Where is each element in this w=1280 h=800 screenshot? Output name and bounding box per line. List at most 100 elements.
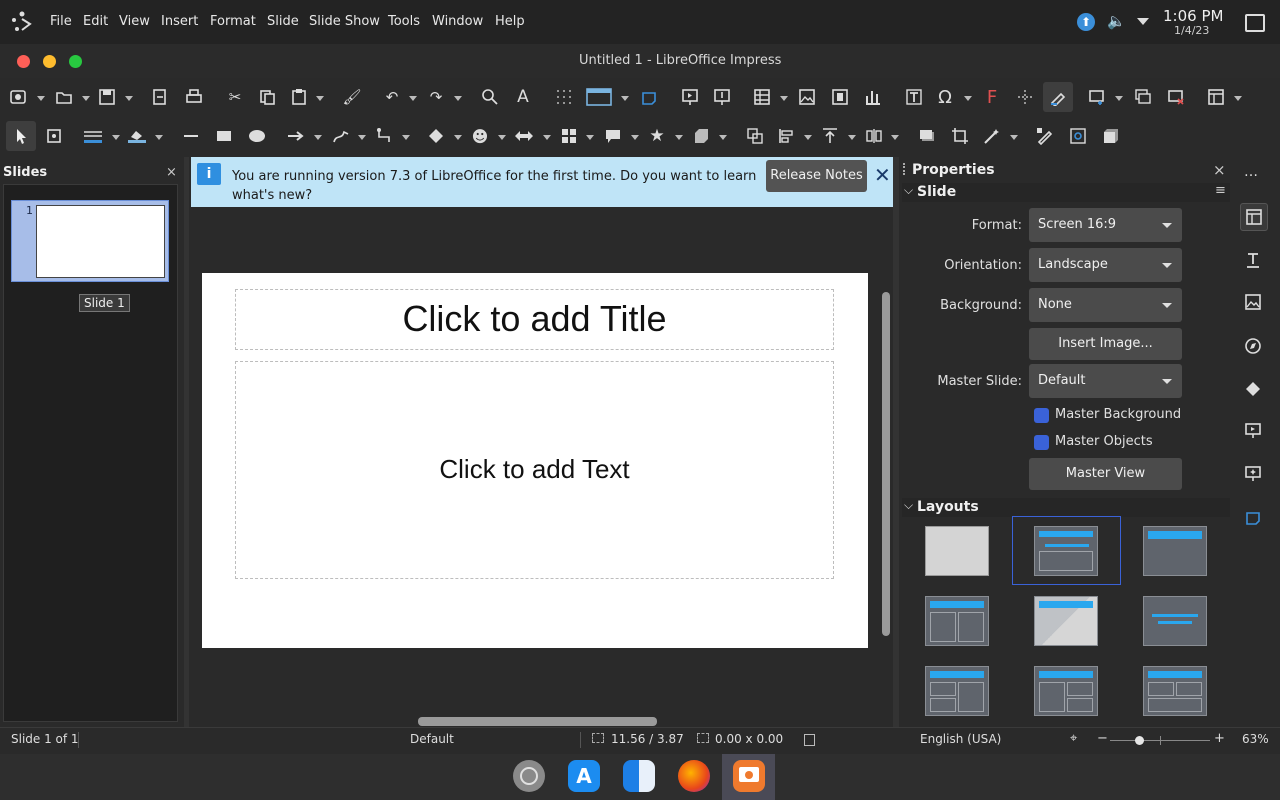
block-arrows-icon[interactable] [512, 124, 536, 148]
menu-slide-show[interactable]: Slide Show [309, 14, 380, 29]
desktop-icon[interactable] [1245, 14, 1265, 32]
layout-title-content-2content[interactable] [1034, 666, 1098, 716]
animation-tab-icon[interactable] [1240, 461, 1266, 487]
callout-shapes-icon[interactable] [601, 124, 625, 148]
menu-slide[interactable]: Slide [267, 14, 299, 29]
styles-tab-icon[interactable] [1240, 247, 1266, 273]
table-icon[interactable] [750, 85, 774, 109]
finder-icon[interactable] [623, 760, 655, 792]
slide-canvas[interactable]: Click to add Title Click to add Text [202, 273, 868, 648]
sidebar-splitter[interactable] [893, 157, 899, 727]
cut-icon[interactable]: ✂ [223, 85, 247, 109]
status-zoom[interactable]: 63% [1242, 732, 1269, 746]
start-first-slide-icon[interactable] [678, 85, 702, 109]
undo-icon[interactable]: ↶ [380, 85, 404, 109]
settings-gear-icon[interactable] [513, 760, 545, 792]
arrange-icon[interactable] [818, 124, 842, 148]
insert-image-button[interactable]: Insert Image... [1029, 328, 1182, 360]
slide-transition-tab-icon[interactable] [1240, 418, 1266, 444]
minimize-window-button[interactable] [43, 55, 56, 68]
layout-centered-text[interactable] [1143, 596, 1207, 646]
slide-thumbnail-1[interactable]: 1 [11, 200, 169, 282]
section-menu-icon[interactable]: ≡ [1215, 183, 1226, 198]
points-icon[interactable] [1033, 124, 1057, 148]
connectors-icon[interactable] [373, 124, 397, 148]
new-slide-icon[interactable] [1085, 85, 1109, 109]
align-icon[interactable] [775, 124, 799, 148]
zoom-in-icon[interactable]: + [1214, 731, 1225, 746]
zoom-pan-icon[interactable] [42, 124, 66, 148]
layout-title-2content-over-content[interactable] [1143, 666, 1207, 716]
rectangle-icon[interactable] [212, 124, 236, 148]
lines-arrows-icon[interactable] [284, 124, 308, 148]
symbol-shapes-icon[interactable]: ☻ [468, 124, 492, 148]
master-slides-tab-icon[interactable] [1240, 504, 1266, 530]
grid-icon[interactable] [552, 85, 576, 109]
slide-section-header[interactable]: ⌵ Slide ≡ [902, 183, 1230, 202]
navigator-tab-icon[interactable] [1240, 333, 1266, 359]
open-folder-icon[interactable] [52, 85, 76, 109]
transformations-icon[interactable] [743, 124, 767, 148]
volume-icon[interactable]: 🔈 [1107, 12, 1126, 30]
print-icon[interactable] [182, 85, 206, 109]
content-placeholder[interactable]: Click to add Text [235, 361, 834, 579]
special-character-icon[interactable]: Ω [933, 85, 957, 109]
zoom-out-icon[interactable]: − [1097, 731, 1108, 746]
release-notes-button[interactable]: Release Notes [766, 160, 867, 192]
status-language[interactable]: English (USA) [920, 732, 1001, 746]
media-icon[interactable] [828, 85, 852, 109]
curves-polygons-icon[interactable] [329, 124, 353, 148]
close-window-button[interactable] [17, 55, 30, 68]
image-icon[interactable] [795, 85, 819, 109]
sidebar-toggle-icon[interactable] [637, 85, 661, 109]
redo-icon[interactable]: ↷ [424, 85, 448, 109]
more-options-icon[interactable]: … [1244, 164, 1258, 180]
delete-slide-icon[interactable] [1164, 85, 1188, 109]
background-select[interactable]: None [1029, 288, 1182, 322]
line-icon[interactable] [179, 124, 203, 148]
properties-tab-icon[interactable] [1240, 203, 1268, 231]
fit-slide-icon[interactable]: ⌖ [1070, 731, 1077, 746]
3d-objects-icon[interactable] [689, 124, 713, 148]
crop-icon[interactable] [948, 124, 972, 148]
app-launcher-icon[interactable] [10, 10, 34, 34]
layout-title-two-content[interactable] [925, 596, 989, 646]
master-slide-select[interactable]: Default [1029, 364, 1182, 398]
vertical-scrollbar[interactable] [882, 292, 890, 636]
gallery-tab-icon[interactable] [1240, 289, 1266, 315]
menu-format[interactable]: Format [210, 14, 256, 29]
close-infobar-icon[interactable]: ✕ [874, 163, 891, 187]
zoom-slider-handle[interactable] [1135, 736, 1144, 745]
export-pdf-icon[interactable] [148, 85, 172, 109]
menu-help[interactable]: Help [495, 14, 525, 29]
menu-insert[interactable]: Insert [161, 14, 198, 29]
paste-icon[interactable] [287, 85, 311, 109]
basic-shapes-icon[interactable] [424, 124, 448, 148]
layout-title-slide[interactable] [1034, 596, 1098, 646]
horizontal-scrollbar[interactable] [418, 717, 657, 726]
spelling-icon[interactable]: A [511, 85, 535, 109]
close-properties-icon[interactable]: × [1213, 161, 1226, 179]
clone-formatting-icon[interactable]: 🖌 [340, 85, 364, 109]
display-views-icon[interactable] [585, 85, 613, 109]
layout-title-only[interactable] [1143, 526, 1207, 576]
stars-icon[interactable]: ★ [645, 124, 669, 148]
layouts-section-header[interactable]: ⌵ Layouts [902, 498, 1230, 517]
select-arrow-icon[interactable] [6, 121, 36, 151]
fill-color-icon[interactable] [125, 124, 149, 148]
glue-points-icon[interactable] [1066, 124, 1090, 148]
shapes-tab-icon[interactable] [1240, 376, 1266, 402]
save-icon[interactable] [95, 85, 119, 109]
ellipse-icon[interactable] [245, 124, 269, 148]
slide-layout-icon[interactable] [1204, 85, 1228, 109]
menu-file[interactable]: File [50, 14, 72, 29]
start-current-slide-icon[interactable] [710, 85, 734, 109]
master-objects-checkbox[interactable] [1034, 435, 1049, 450]
fontwork-icon[interactable]: F [980, 85, 1004, 109]
distribute-icon[interactable] [862, 124, 886, 148]
layout-title-2content-content[interactable] [925, 666, 989, 716]
orientation-select[interactable]: Landscape [1029, 248, 1182, 282]
filter-icon[interactable] [980, 124, 1004, 148]
menu-tools[interactable]: Tools [388, 14, 420, 29]
layout-title-content[interactable] [1034, 526, 1098, 576]
